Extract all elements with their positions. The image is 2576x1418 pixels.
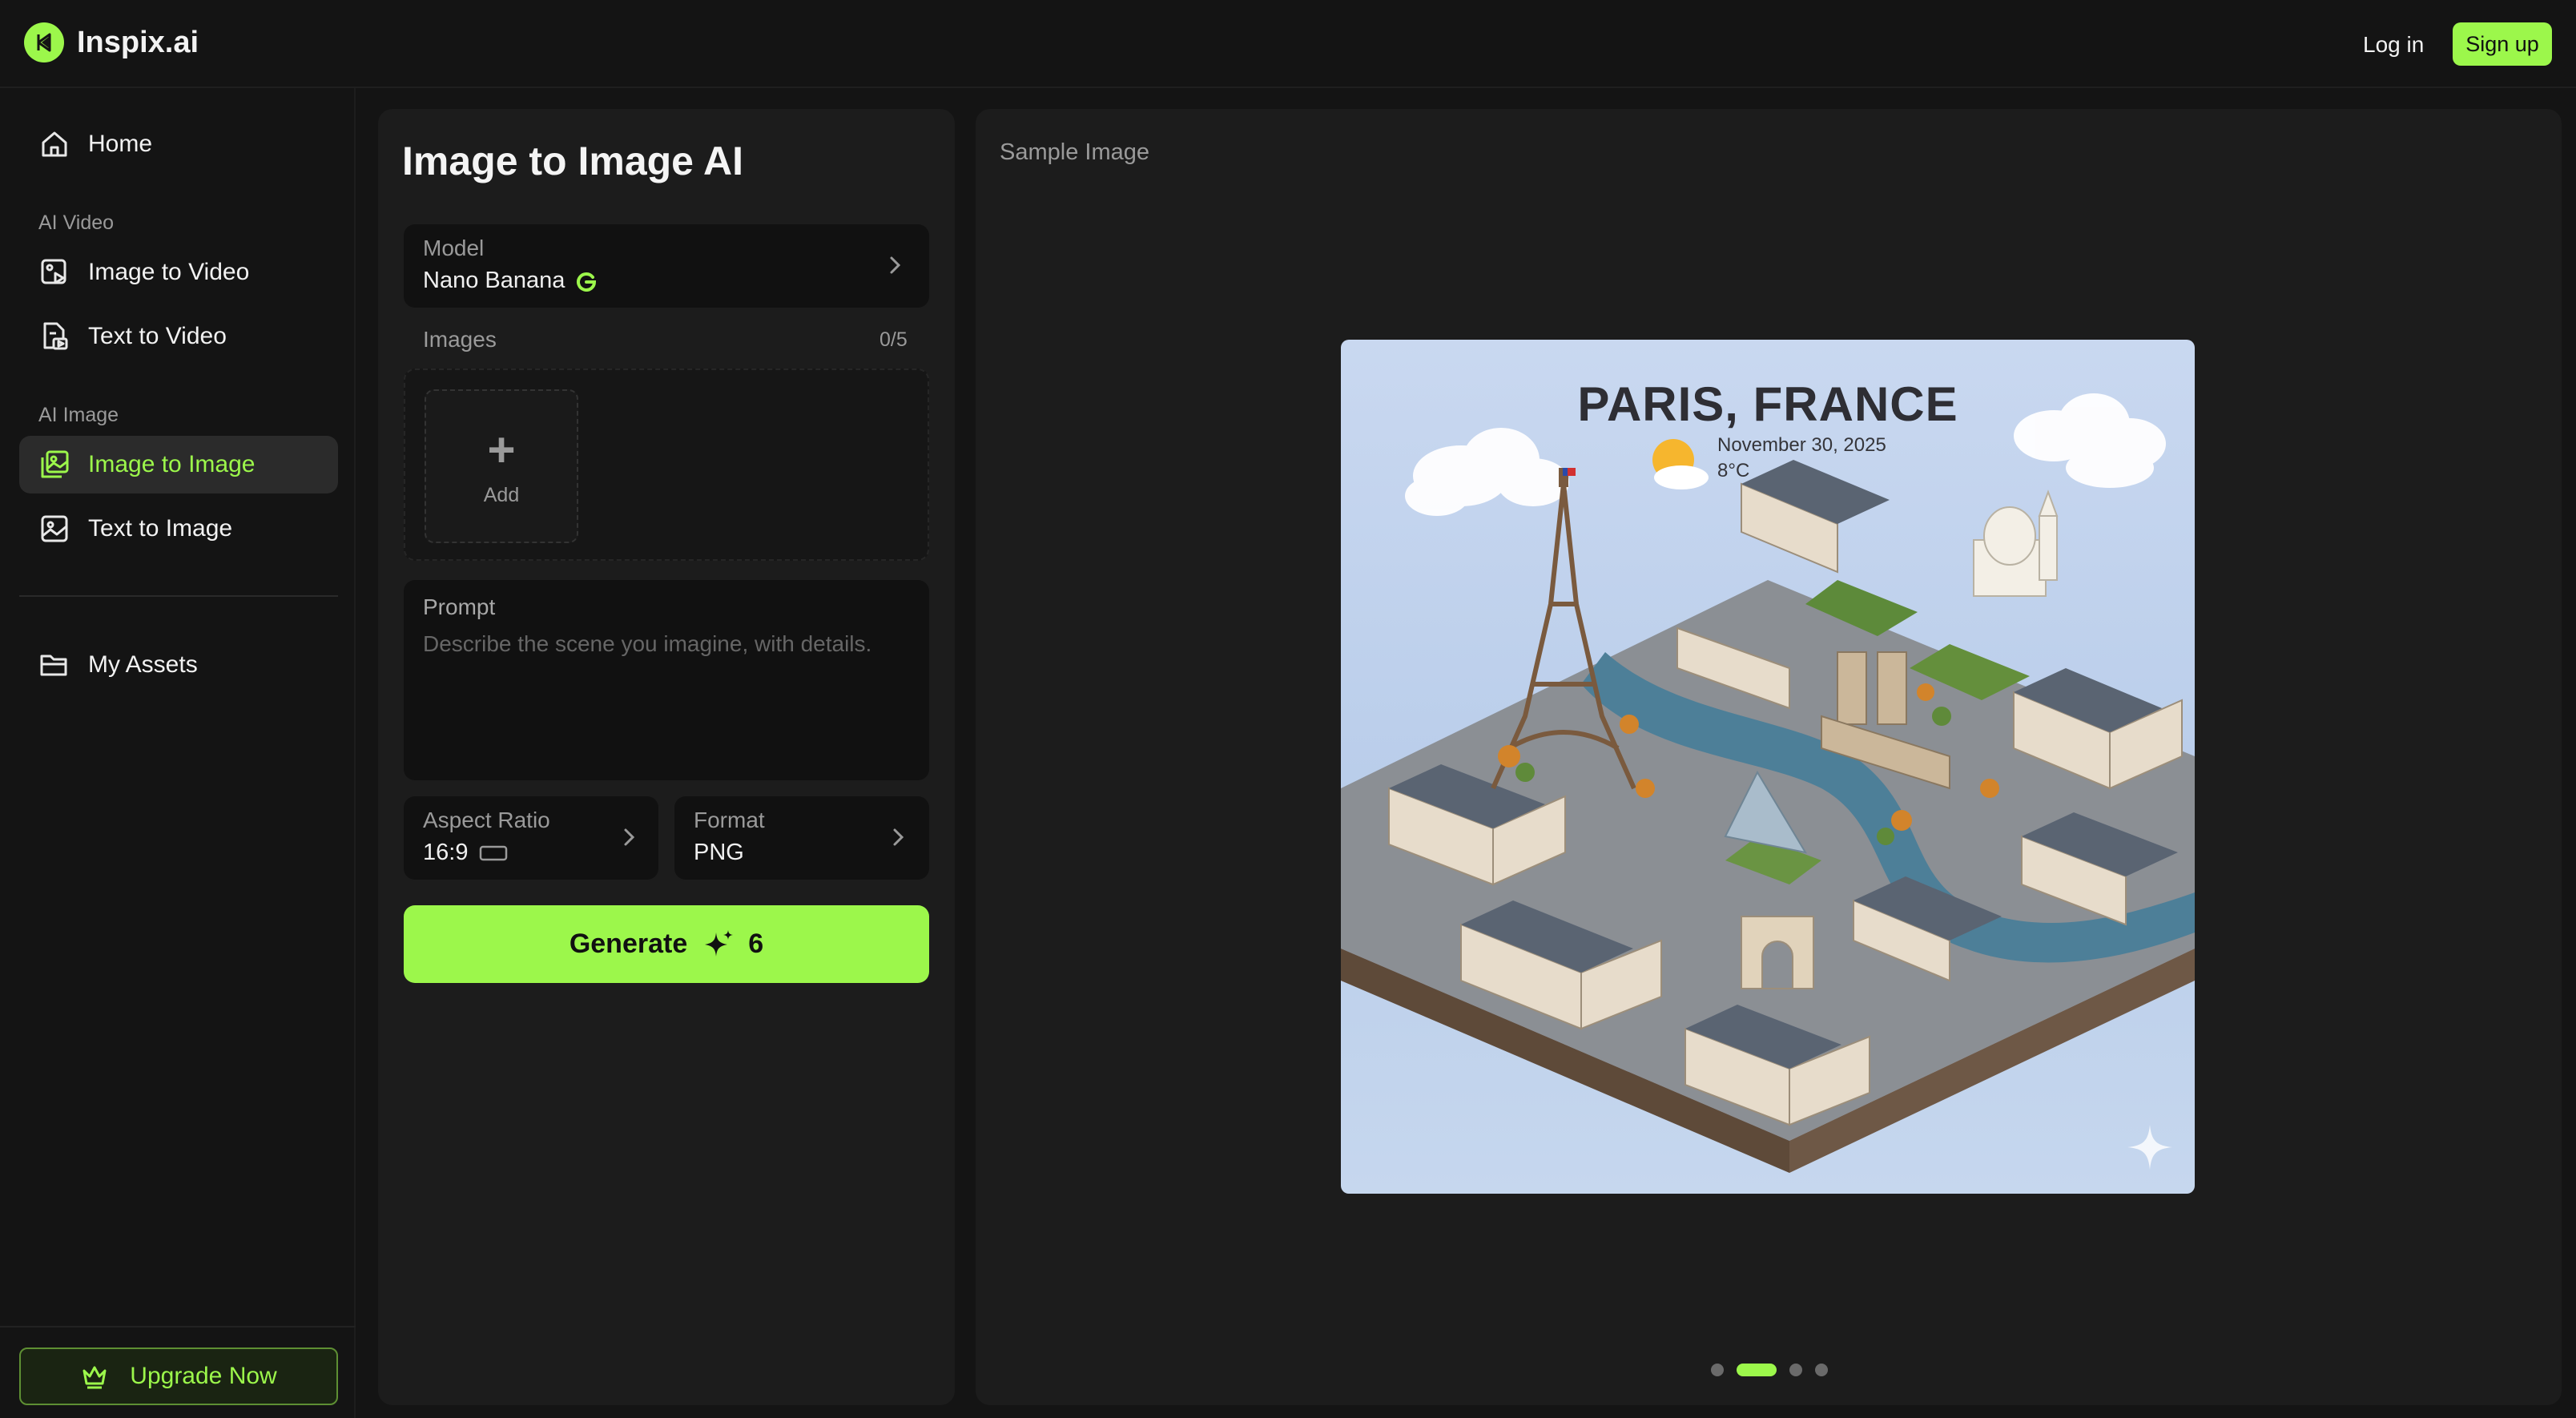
generate-button[interactable]: Generate 6 bbox=[404, 905, 929, 983]
sample-image-date: November 30, 2025 bbox=[1717, 434, 1886, 456]
signup-button[interactable]: Sign up bbox=[2453, 22, 2552, 66]
image-image-icon bbox=[38, 449, 70, 481]
format-value: PNG bbox=[694, 840, 744, 865]
sparkle-icon bbox=[702, 928, 735, 961]
sidebar-item-label: Text to Video bbox=[88, 323, 227, 349]
add-image-button[interactable]: + Add bbox=[425, 389, 578, 543]
carousel-dot[interactable] bbox=[1711, 1364, 1724, 1376]
upgrade-label: Upgrade Now bbox=[130, 1363, 277, 1389]
carousel-dots bbox=[1711, 1364, 1841, 1376]
sidebar-item-label: Image to Image bbox=[88, 451, 256, 477]
model-value-row: Nano Banana bbox=[423, 268, 597, 294]
sidebar-item-image-to-video[interactable]: Image to Video bbox=[19, 244, 338, 301]
aspect-ratio-value-row: 16:9 bbox=[423, 840, 508, 866]
top-bar: Inspix.ai Log in Sign up bbox=[0, 0, 2576, 88]
folder-icon bbox=[38, 649, 70, 681]
sample-image: PARIS, FRANCE November 30, 2025 8°C bbox=[1341, 340, 2195, 1194]
model-label: Model bbox=[423, 236, 485, 260]
aspect-ratio-label: Aspect Ratio bbox=[423, 808, 550, 832]
google-icon bbox=[576, 271, 597, 292]
chevron-right-icon bbox=[884, 255, 905, 276]
aspect-ratio-icon bbox=[479, 844, 508, 862]
images-count: 0/5 bbox=[879, 328, 908, 351]
add-image-label: Add bbox=[483, 483, 520, 506]
sidebar-divider bbox=[19, 595, 338, 597]
sample-image-illustration bbox=[1341, 393, 2195, 1173]
crown-icon bbox=[80, 1362, 109, 1391]
sidebar-item-label: Text to Image bbox=[88, 515, 233, 542]
model-select[interactable]: Model Nano Banana bbox=[404, 224, 929, 308]
carousel-dot-active[interactable] bbox=[1737, 1364, 1777, 1376]
aspect-ratio-value: 16:9 bbox=[423, 840, 469, 865]
upgrade-button[interactable]: Upgrade Now bbox=[19, 1348, 338, 1405]
prompt-label: Prompt bbox=[423, 594, 496, 619]
model-value: Nano Banana bbox=[423, 268, 566, 293]
carousel-dot[interactable] bbox=[1789, 1364, 1802, 1376]
image-icon bbox=[38, 513, 70, 545]
generate-label: Generate bbox=[569, 929, 688, 959]
sidebar-item-label: Image to Video bbox=[88, 259, 250, 285]
sidebar: Home AI Video Image to Video Text to Vid… bbox=[0, 88, 356, 1418]
generate-cost: 6 bbox=[748, 929, 764, 959]
login-link[interactable]: Log in bbox=[2355, 27, 2432, 62]
text-video-icon bbox=[38, 320, 70, 352]
sidebar-item-image-to-image[interactable]: Image to Image bbox=[19, 436, 338, 493]
plus-icon: + bbox=[487, 422, 516, 477]
sidebar-item-my-assets[interactable]: My Assets bbox=[19, 636, 338, 694]
preview-panel: Sample Image PARIS, FRANCE November 30, … bbox=[976, 109, 2562, 1405]
home-icon bbox=[38, 128, 70, 160]
images-label: Images bbox=[423, 327, 497, 352]
sample-image-temperature: 8°C bbox=[1717, 460, 1750, 481]
sidebar-item-home[interactable]: Home bbox=[19, 115, 338, 173]
carousel-dot[interactable] bbox=[1815, 1364, 1828, 1376]
format-label: Format bbox=[694, 808, 765, 832]
section-label-ai-video: AI Video bbox=[38, 211, 115, 234]
logo-text: Inspix.ai bbox=[77, 25, 199, 59]
logo[interactable]: Inspix.ai bbox=[24, 22, 199, 62]
aspect-ratio-select[interactable]: Aspect Ratio 16:9 bbox=[404, 796, 658, 880]
sample-image-headline: PARIS, FRANCE bbox=[1577, 377, 1958, 431]
sidebar-bottom-divider bbox=[0, 1326, 356, 1327]
sidebar-item-text-to-image[interactable]: Text to Image bbox=[19, 500, 338, 558]
page-title: Image to Image AI bbox=[402, 139, 744, 183]
sidebar-item-text-to-video[interactable]: Text to Video bbox=[19, 308, 338, 365]
preview-title: Sample Image bbox=[1000, 139, 1149, 165]
chevron-right-icon bbox=[888, 827, 908, 848]
section-label-ai-image: AI Image bbox=[38, 404, 119, 426]
chevron-right-icon bbox=[618, 827, 639, 848]
image-video-icon bbox=[38, 256, 70, 288]
prompt-input[interactable] bbox=[423, 631, 920, 751]
sidebar-item-label: Home bbox=[88, 131, 153, 157]
format-select[interactable]: Format PNG bbox=[674, 796, 929, 880]
sidebar-item-label: My Assets bbox=[88, 651, 198, 678]
prompt-box: Prompt bbox=[404, 580, 929, 780]
logo-mark-icon bbox=[24, 22, 64, 62]
